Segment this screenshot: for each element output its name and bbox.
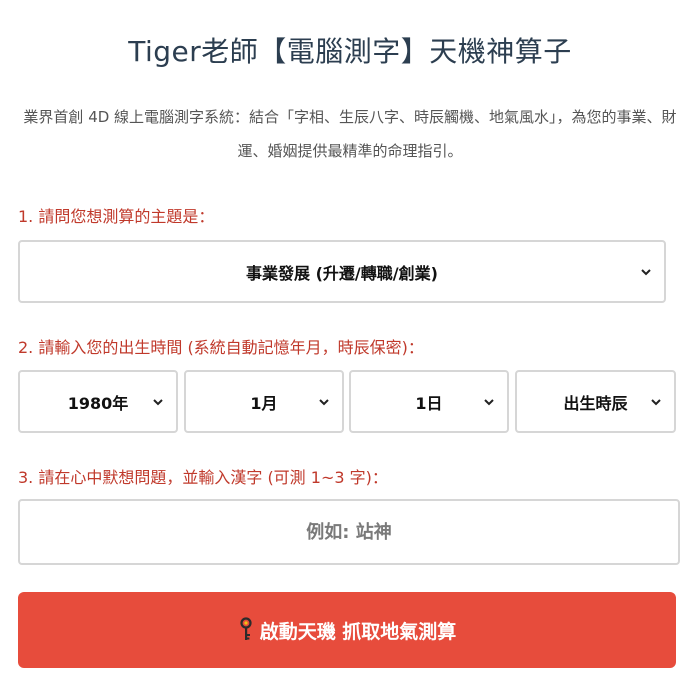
birth-month-select[interactable]: 1月: [184, 370, 344, 433]
birth-label: 2. 請輸入您的出生時間 (系統自動記憶年月，時辰保密)：: [18, 338, 424, 357]
page-description: 業界首創 4D 線上電腦測字系統：結合「字相、生辰八字、時辰觸機、地氣風水」，為…: [23, 108, 677, 160]
char-label: 3. 請在心中默想問題，並輸入漢字 (可測 1~3 字)：: [18, 468, 388, 487]
birth-month-value: 1月: [250, 393, 278, 413]
birth-day-select[interactable]: 1日: [349, 370, 509, 433]
birth-year-select[interactable]: 1980年: [18, 370, 178, 433]
topic-label: 1. 請問您想測算的主題是：: [18, 207, 215, 226]
char-input[interactable]: [18, 499, 680, 565]
chevron-down-icon: [641, 268, 651, 275]
chevron-down-icon: [153, 398, 163, 405]
topic-select[interactable]: 事業發展 (升遷/轉職/創業): [18, 240, 666, 303]
chevron-down-icon: [651, 398, 661, 405]
birth-year-value: 1980年: [67, 393, 129, 413]
birth-hour-select[interactable]: 出生時辰: [515, 370, 676, 433]
page-title: Tiger老師【電腦測字】天機神算子: [128, 35, 572, 68]
page: Tiger老師【電腦測字】天機神算子 業界首創 4D 線上電腦測字系統：結合「字…: [0, 0, 700, 700]
chevron-down-icon: [319, 398, 329, 405]
birth-day-value: 1日: [415, 393, 443, 413]
start-button[interactable]: 啟動天璣 抓取地氣測算: [18, 592, 676, 668]
topic-selected-value: 事業發展 (升遷/轉職/創業): [246, 263, 438, 283]
chevron-down-icon: [484, 398, 494, 405]
birth-hour-value: 出生時辰: [563, 393, 628, 413]
key-icon: [240, 617, 252, 640]
start-button-label: 啟動天璣 抓取地氣測算: [259, 620, 457, 643]
